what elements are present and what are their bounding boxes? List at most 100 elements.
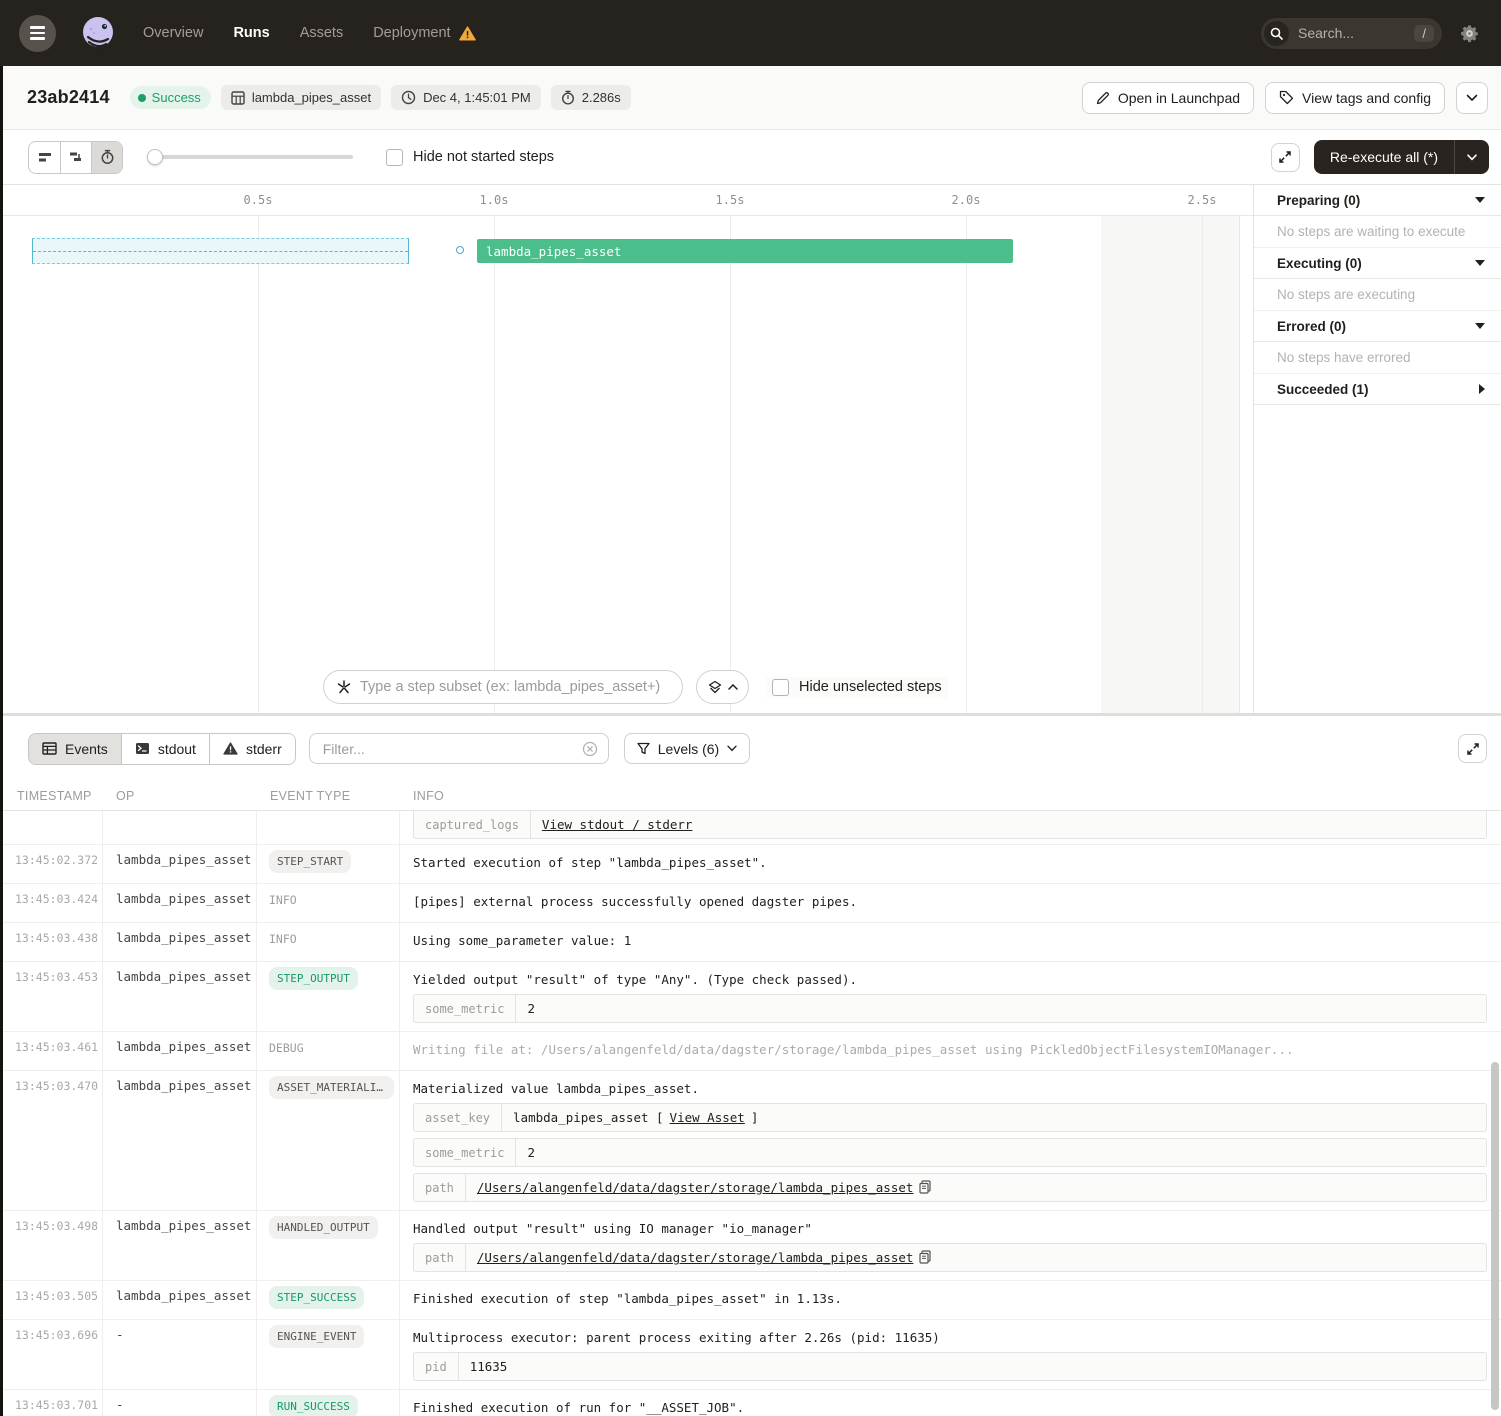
caret-down-icon [1475, 260, 1485, 266]
job-tag[interactable]: lambda_pipes_asset [221, 85, 381, 110]
copy-icon[interactable] [919, 1180, 931, 1195]
event-info-cell: [pipes] external process successfully op… [400, 884, 1501, 922]
event-info-cell: Materialized value lambda_pipes_asset.as… [400, 1071, 1501, 1210]
log-filter-input[interactable]: Filter... [309, 733, 609, 764]
hide-unselected-checkbox[interactable] [772, 679, 789, 696]
main-nav: Overview Runs Assets Deployment [143, 25, 476, 41]
metadata-value: 11635 [459, 1353, 1486, 1380]
col-event-type[interactable]: EVENT TYPE [257, 789, 400, 803]
tab-events[interactable]: Events [29, 734, 121, 764]
table-row[interactable]: 13:45:03.424lambda_pipes_asset INFO [pipes… [0, 884, 1501, 923]
metadata-key: path [414, 1174, 466, 1201]
metadata-link[interactable]: /Users/alangenfeld/data/dagster/storage/… [477, 1180, 914, 1195]
gantt-fullscreen-button[interactable] [1271, 143, 1300, 172]
metadata-link[interactable]: /Users/alangenfeld/data/dagster/storage/… [477, 1250, 914, 1265]
events-scrollbar-thumb[interactable] [1491, 1062, 1499, 1410]
gantt-step-bar[interactable]: lambda_pipes_asset [477, 239, 1013, 263]
metadata-link[interactable]: View stdout / stderr [542, 817, 693, 832]
hamburger-menu-button[interactable] [19, 15, 56, 52]
view-tags-config-button[interactable]: View tags and config [1265, 82, 1445, 114]
sidebar-section-succeeded[interactable]: Succeeded (1) [1254, 374, 1501, 405]
events-toolbar: Eventsstdoutstderr Filter... Levels (6) [0, 716, 1501, 781]
event-type-badge: ENGINE_EVENT [269, 1325, 364, 1348]
table-row[interactable]: 13:45:03.701-RUN_SUCCESSFinished executi… [0, 1390, 1501, 1416]
global-search-input[interactable]: Search... / [1261, 18, 1442, 49]
run-actions-dropdown-button[interactable] [1456, 82, 1488, 114]
sidebar-section-preparing[interactable]: Preparing (0) [1254, 185, 1501, 216]
slider-track [155, 155, 353, 159]
levels-filter-button[interactable]: Levels (6) [624, 733, 750, 764]
event-table-body: captured_logsView stdout / stderr13:45:0… [0, 811, 1501, 1416]
nav-item-runs[interactable]: Runs [233, 25, 269, 41]
gantt-zoom-slider[interactable] [147, 148, 353, 166]
search-placeholder: Search... [1298, 25, 1414, 41]
tab-stdout[interactable]: stdout [121, 734, 209, 764]
metadata-key: asset_key [414, 1104, 502, 1131]
sidebar-section-errored[interactable]: Errored (0) [1254, 311, 1501, 342]
console-icon [135, 742, 150, 755]
nav-item-deployment[interactable]: Deployment [373, 25, 475, 41]
event-message: Handled output "result" using IO manager… [413, 1218, 1487, 1237]
hide-not-started-checkbox[interactable] [386, 149, 403, 166]
table-row[interactable]: 13:45:02.372lambda_pipes_assetSTEP_START… [0, 845, 1501, 884]
events-fullscreen-button[interactable] [1458, 734, 1487, 763]
timed-view-button[interactable] [91, 142, 122, 173]
event-info-cell: Yielded output "result" of type "Any". (… [400, 962, 1501, 1031]
chevron-up-icon [728, 684, 738, 690]
table-row[interactable]: 13:45:03.470lambda_pipes_assetASSET_MATE… [0, 1071, 1501, 1211]
table-row[interactable]: 13:45:03.505lambda_pipes_assetSTEP_SUCCE… [0, 1281, 1501, 1320]
event-timestamp: 13:45:03.505 [0, 1281, 103, 1319]
timeline-tick-label: 1.0s [480, 193, 509, 207]
reexecute-dropdown-button[interactable] [1454, 140, 1489, 174]
waterfall-view-button[interactable] [60, 142, 91, 173]
open-in-launchpad-button[interactable]: Open in Launchpad [1082, 82, 1254, 114]
metadata-link[interactable]: View Asset [670, 1110, 745, 1125]
expand-icon [1466, 742, 1480, 756]
graph-query-toggle-button[interactable] [696, 670, 749, 704]
event-op: lambda_pipes_asset [103, 884, 257, 922]
event-type-badge: INFO [269, 889, 297, 912]
hide-not-started-row: Hide not started steps [386, 149, 554, 166]
settings-gear-button[interactable] [1460, 24, 1479, 43]
nav-item-assets[interactable]: Assets [300, 25, 344, 41]
timeline-gridline [494, 216, 495, 713]
run-status-badge: Success [130, 86, 211, 109]
slider-knob[interactable] [147, 149, 163, 165]
table-row[interactable]: 13:45:03.453lambda_pipes_assetSTEP_OUTPU… [0, 962, 1501, 1032]
table-row[interactable]: captured_logsView stdout / stderr [0, 811, 1501, 845]
table-row[interactable]: 13:45:03.438lambda_pipes_assetINFOUsing … [0, 923, 1501, 962]
copy-icon[interactable] [919, 1250, 931, 1265]
metadata-key: some_metric [414, 1139, 516, 1166]
event-type-cell: HANDLED_OUTPUT [257, 1211, 400, 1280]
event-message: Finished execution of step "lambda_pipes… [413, 1288, 1487, 1307]
event-info-cell: Handled output "result" using IO manager… [400, 1211, 1501, 1280]
deployment-warning-icon [459, 26, 476, 41]
tab-stderr[interactable]: stderr [209, 734, 295, 764]
table-row[interactable]: 13:45:03.461lambda_pipes_assetDEBUGWriti… [0, 1032, 1501, 1071]
event-type-cell: DEBUG [257, 1032, 400, 1070]
table-icon [42, 742, 57, 755]
caret-right-icon [1479, 384, 1485, 394]
event-message: Multiprocess executor: parent process ex… [413, 1327, 1487, 1346]
nav-item-overview[interactable]: Overview [143, 25, 203, 41]
top-nav-bar: Overview Runs Assets Deployment Search... / [0, 0, 1501, 66]
event-timestamp: 13:45:03.424 [0, 884, 103, 922]
timer-icon [100, 149, 115, 165]
clear-filter-icon[interactable] [582, 741, 598, 757]
sidebar-section-label: Errored (0) [1277, 319, 1346, 334]
table-row[interactable]: 13:45:03.498lambda_pipes_assetHANDLED_OU… [0, 1211, 1501, 1281]
duration-tag: 2.286s [551, 85, 631, 110]
event-op [103, 811, 257, 845]
reexecute-all-button[interactable]: Re-execute all (*) [1314, 140, 1489, 174]
sidebar-section-executing[interactable]: Executing (0) [1254, 248, 1501, 279]
metadata-value: /Users/alangenfeld/data/dagster/storage/… [466, 1244, 1486, 1271]
col-op[interactable]: OP [103, 789, 257, 803]
metadata-entry: path/Users/alangenfeld/data/dagster/stor… [413, 1173, 1487, 1202]
flat-view-button[interactable] [29, 142, 60, 173]
dagster-logo[interactable] [78, 13, 119, 54]
event-timestamp: 13:45:03.701 [0, 1390, 103, 1416]
caret-down-icon [1475, 323, 1485, 329]
event-type-badge: STEP_START [269, 850, 351, 873]
table-row[interactable]: 13:45:03.696-ENGINE_EVENTMultiprocess ex… [0, 1320, 1501, 1390]
step-subset-input[interactable]: Type a step subset (ex: lambda_pipes_ass… [323, 670, 683, 704]
